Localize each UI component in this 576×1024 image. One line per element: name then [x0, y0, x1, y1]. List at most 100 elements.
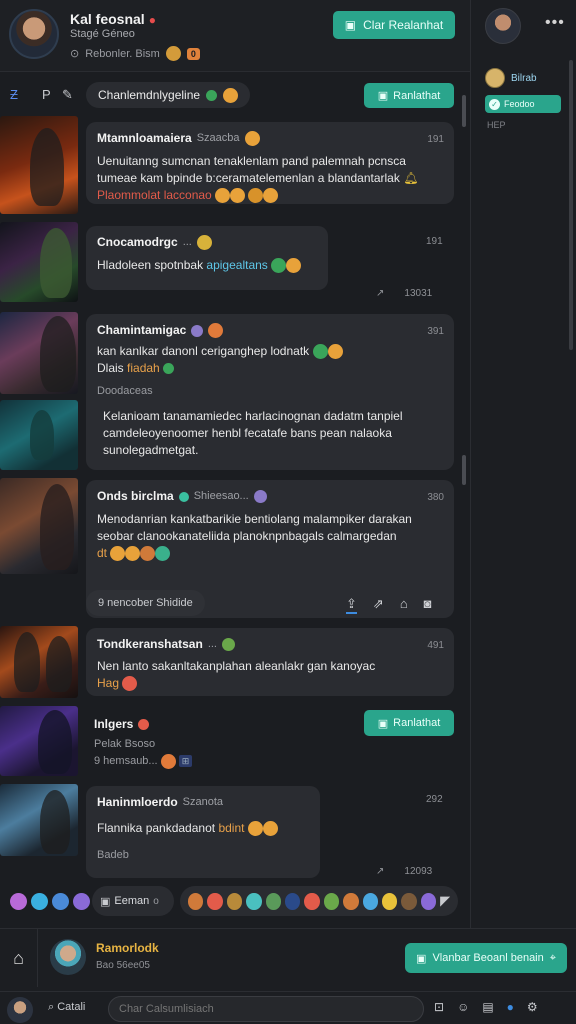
- message-bubble: Tondkeranshatsan ... 491 Nen lanto sakan…: [86, 628, 454, 696]
- emoji-icon[interactable]: [207, 892, 223, 910]
- face-emoji-icon: [223, 87, 239, 103]
- chat-toolbar: Ƶ P ✎ Chanlemdnlygeline ▣ Ranlathat: [0, 80, 465, 110]
- bottom-bar: ⌂ Ramorlodk Bao 56ee05 ▣ Vlanbar Beoanl …: [0, 928, 576, 1024]
- user-icon: [485, 68, 505, 88]
- reaction-strip: ▣ Eeman ο ◤: [0, 886, 460, 920]
- emoji-icon: [165, 46, 181, 61]
- location-icon: ⊙: [70, 48, 80, 60]
- emoji-icon[interactable]: [52, 892, 69, 910]
- compose-avatar[interactable]: [7, 997, 33, 1023]
- face-emoji-icon: [196, 235, 212, 250]
- current-user-avatar[interactable]: [50, 939, 86, 975]
- author-name: Cnocamodrgc: [97, 235, 178, 249]
- emoji-icon[interactable]: [362, 892, 378, 910]
- message-thumbnail[interactable]: [0, 626, 78, 698]
- message-time: 191: [426, 236, 443, 247]
- panel-chip[interactable]: ✓ Feodoo: [485, 95, 561, 113]
- message-bubble: Cnocamodrgc ... Hladoleen spotnbak apige…: [86, 226, 328, 290]
- reaction-emoji-bar: ◤: [180, 886, 458, 916]
- face-emoji-icon: [271, 258, 287, 274]
- author-name: Mtamnloamaiera: [97, 131, 192, 145]
- view-count: 12093: [404, 866, 433, 877]
- mic-icon[interactable]: ●: [507, 1000, 514, 1014]
- message-action-button[interactable]: ▣ Ranlathat: [364, 710, 454, 736]
- gif-icon[interactable]: ▤: [482, 1000, 493, 1014]
- message-bubble: Chamintamigac 391 kan kanlkar danonl cer…: [86, 314, 454, 470]
- message-time: 191: [427, 134, 444, 145]
- emoji-icon[interactable]: [323, 892, 340, 910]
- emoji-icon[interactable]: [265, 892, 281, 910]
- message-time: 380: [427, 492, 444, 503]
- emoji-icon[interactable]: [304, 892, 320, 910]
- message-time: 391: [427, 326, 444, 337]
- emoji-icon[interactable]: [73, 892, 90, 910]
- more-options-icon[interactable]: •••: [545, 14, 565, 32]
- message-bubble: Haninmloerdo Szanota Flannika pankdadano…: [86, 786, 320, 878]
- message-thumbnail[interactable]: [0, 400, 78, 470]
- emoji-icon[interactable]: [10, 892, 27, 910]
- emoji-icon[interactable]: [31, 892, 48, 910]
- panel-scrollbar[interactable]: [569, 60, 573, 350]
- home-icon[interactable]: ⌂: [400, 596, 408, 614]
- face-emoji-icon: [263, 188, 279, 204]
- message-thumbnail[interactable]: [0, 478, 78, 574]
- emoji-icon[interactable]: [188, 892, 204, 910]
- channel-avatar[interactable]: [9, 9, 59, 59]
- author-name: Chamintamigac: [97, 323, 187, 337]
- reaction-group[interactable]: [2, 886, 98, 916]
- message-item[interactable]: Tondkeranshatsan ... 491 Nen lanto sakan…: [0, 626, 465, 700]
- image-icon: ▣: [377, 717, 389, 730]
- message-thumbnail[interactable]: [0, 116, 78, 214]
- emoji-icon[interactable]: [381, 892, 398, 910]
- message-item[interactable]: Mtamnloamaiera Szaacba 191 Uenuitanng su…: [0, 116, 465, 216]
- compose-tools: ⊡ ☺ ▤ ● ⚙: [434, 1000, 538, 1014]
- share-icon[interactable]: ⇗: [373, 596, 384, 614]
- emoji-picker-icon[interactable]: ☺: [457, 1000, 469, 1014]
- emoji-icon[interactable]: [343, 892, 359, 910]
- message-item[interactable]: Cnocamodrgc ... Hladoleen spotnbak apige…: [0, 222, 465, 306]
- emoji-icon[interactable]: [284, 892, 301, 910]
- message-item[interactable]: Haninmloerdo Szanota Flannika pankdadano…: [0, 784, 465, 880]
- pin-icon: ⌖: [549, 951, 556, 964]
- topic-pill[interactable]: Chanlemdnlygeline: [86, 82, 251, 108]
- zap-icon[interactable]: Ƶ: [10, 87, 18, 102]
- search-label[interactable]: ⌕ Catali: [48, 1001, 85, 1014]
- message-item[interactable]: Inlgers Pelak Bsoso 9 hemsaub... ⊞ ▣ Ran…: [0, 706, 465, 778]
- share-icon[interactable]: ↗: [376, 866, 384, 877]
- profile-avatar[interactable]: [485, 8, 521, 44]
- camera-icon[interactable]: ◙: [424, 596, 432, 614]
- face-emoji-icon: [248, 188, 264, 204]
- home-icon[interactable]: ⌂: [0, 929, 38, 987]
- emoji-icon[interactable]: [246, 892, 262, 910]
- message-thumbnail[interactable]: [0, 222, 78, 302]
- channel-title: Kal feosnal ●: [70, 11, 156, 27]
- message-thumbnail[interactable]: [0, 706, 78, 776]
- panel-user[interactable]: Bilrab: [485, 68, 537, 88]
- face-emoji-icon: [286, 258, 302, 274]
- message-input[interactable]: [108, 996, 424, 1022]
- emoji-icon[interactable]: [420, 892, 437, 910]
- author-name: Haninmloerdo: [97, 795, 178, 809]
- message-item[interactable]: Onds birclma Shieesao... 380 Menodanrian…: [0, 478, 465, 620]
- current-user-name: Ramorlodk: [96, 941, 159, 955]
- emoji-icon[interactable]: [226, 892, 243, 910]
- send-icon[interactable]: ◤: [440, 893, 450, 909]
- toolbar-action-button[interactable]: ▣ Ranlathat: [364, 83, 454, 108]
- message-thumbnail[interactable]: [0, 784, 78, 856]
- reaction-label-pill[interactable]: ▣ Eeman ο: [92, 886, 174, 916]
- attach-icon[interactable]: ⊡: [434, 1000, 444, 1014]
- image-icon: ▣: [344, 18, 357, 32]
- bottom-action-button[interactable]: ▣ Vlanbar Beoanl benain ⌖: [405, 943, 567, 973]
- reply-thread-pill[interactable]: 9 nencober Shidide: [86, 590, 205, 616]
- emoji-icon[interactable]: [401, 892, 417, 910]
- message-thumbnail[interactable]: [0, 312, 78, 394]
- face-emoji-icon: [244, 131, 260, 146]
- share-icon[interactable]: ↗: [376, 288, 384, 299]
- pin-icon[interactable]: P: [42, 87, 51, 102]
- chat-bubble-icon[interactable]: ✎: [62, 87, 73, 103]
- message-item[interactable]: Chamintamigac 391 kan kanlkar danonl cer…: [0, 312, 465, 472]
- settings-icon[interactable]: ⚙: [527, 1000, 538, 1014]
- header-action-button[interactable]: ▣ Clar Realanhat: [333, 11, 455, 39]
- upload-icon[interactable]: ⇪: [346, 596, 357, 614]
- close-icon[interactable]: ο: [153, 896, 159, 907]
